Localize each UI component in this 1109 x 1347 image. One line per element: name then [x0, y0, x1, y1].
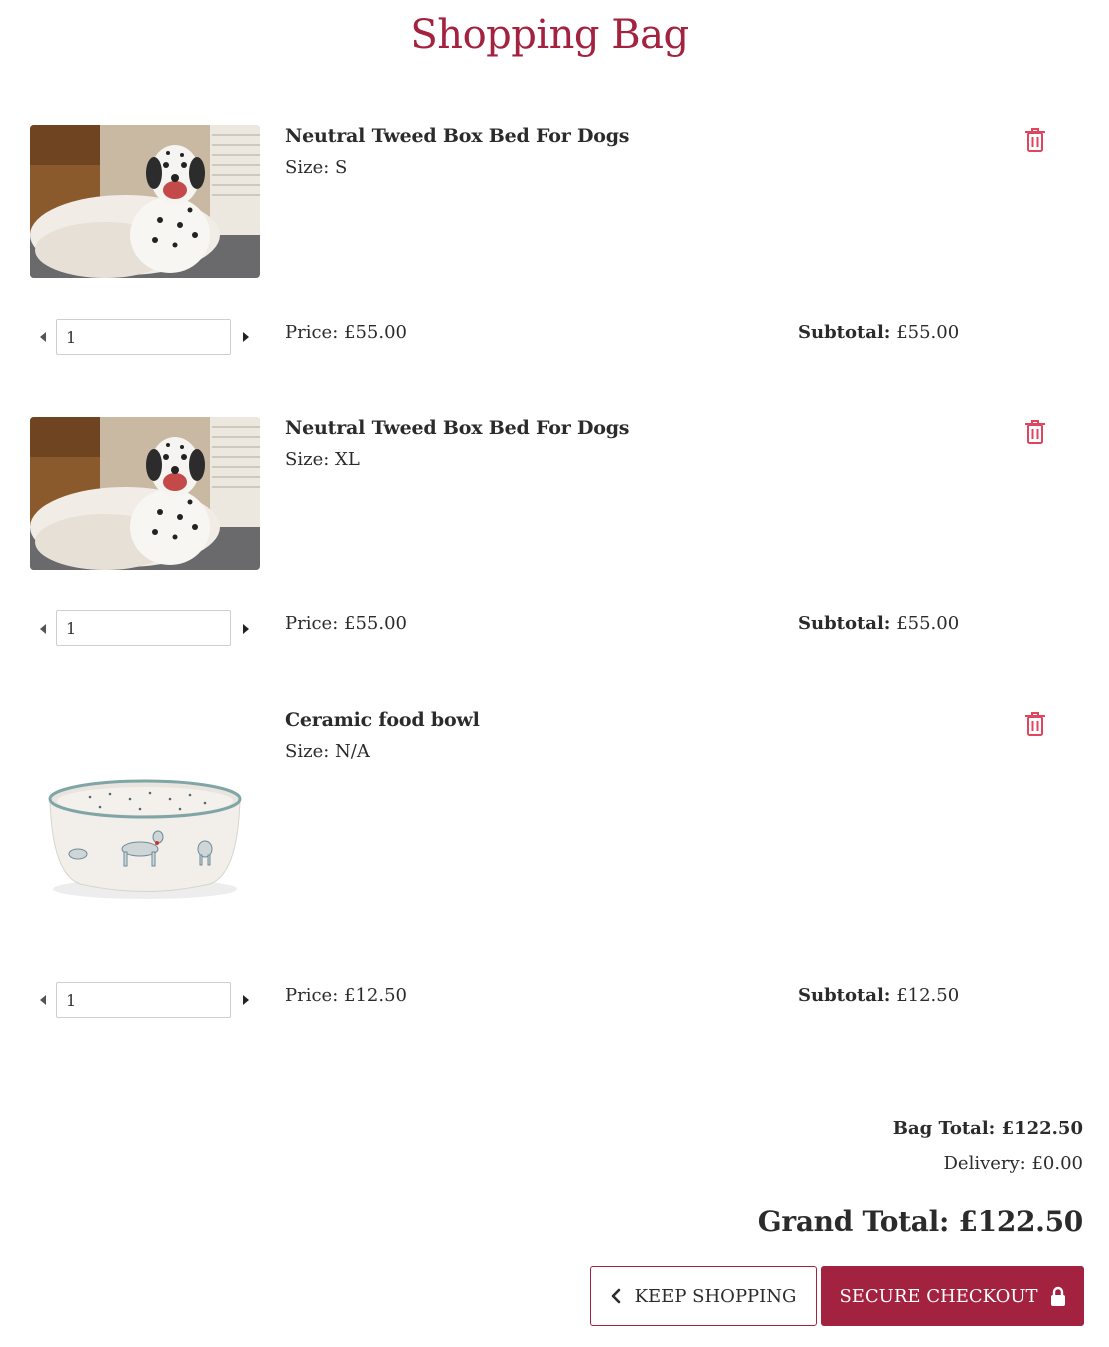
caret-left-icon[interactable]	[40, 624, 46, 634]
lock-icon	[1050, 1286, 1066, 1306]
subtotal-value: £55.00	[896, 322, 960, 343]
product-image[interactable]	[30, 417, 260, 570]
product-name[interactable]: Neutral Tweed Box Bed For Dogs	[285, 125, 629, 147]
delivery-cost: Delivery: £0.00	[943, 1153, 1083, 1174]
product-image[interactable]	[30, 125, 260, 278]
quantity-input[interactable]	[56, 982, 231, 1018]
product-name[interactable]: Ceramic food bowl	[285, 709, 480, 731]
subtotal-value: £55.00	[896, 613, 960, 634]
item-price: Price: £55.00	[285, 613, 407, 634]
caret-right-icon[interactable]	[243, 995, 249, 1005]
grand-total: Grand Total: £122.50	[757, 1205, 1084, 1238]
bag-item: Neutral Tweed Box Bed For Dogs Size: XL …	[0, 417, 1109, 657]
caret-right-icon[interactable]	[243, 624, 249, 634]
bag-item: Neutral Tweed Box Bed For Dogs Size: S P…	[0, 125, 1109, 365]
caret-left-icon[interactable]	[40, 995, 46, 1005]
product-image[interactable]	[30, 759, 260, 909]
subtotal-value: £12.50	[896, 985, 960, 1006]
subtotal-label: Subtotal:	[798, 985, 891, 1006]
secure-checkout-button[interactable]: SECURE CHECKOUT	[821, 1266, 1084, 1326]
bag-total: Bag Total: £122.50	[892, 1118, 1083, 1139]
quantity-input[interactable]	[56, 610, 231, 646]
subtotal-label: Subtotal:	[798, 322, 891, 343]
product-size: Size: S	[285, 157, 348, 178]
caret-left-icon[interactable]	[40, 332, 46, 342]
bag-item: Ceramic food bowl Size: N/A Price: £12.5…	[0, 709, 1109, 1029]
caret-right-icon[interactable]	[243, 332, 249, 342]
keep-shopping-label: KEEP SHOPPING	[634, 1285, 797, 1307]
trash-icon[interactable]	[1024, 127, 1046, 153]
item-subtotal: Subtotal: £55.00	[798, 322, 959, 343]
trash-icon[interactable]	[1024, 711, 1046, 737]
item-subtotal: Subtotal: £12.50	[798, 985, 959, 1006]
quantity-input[interactable]	[56, 319, 231, 355]
product-name[interactable]: Neutral Tweed Box Bed For Dogs	[285, 417, 629, 439]
item-subtotal: Subtotal: £55.00	[798, 613, 959, 634]
product-size: Size: N/A	[285, 741, 370, 762]
item-price: Price: £12.50	[285, 985, 407, 1006]
item-price: Price: £55.00	[285, 322, 407, 343]
trash-icon[interactable]	[1024, 419, 1046, 445]
secure-checkout-label: SECURE CHECKOUT	[839, 1285, 1038, 1307]
chevron-left-icon	[611, 1288, 621, 1304]
page-title: Shopping Bag	[410, 12, 689, 58]
keep-shopping-button[interactable]: KEEP SHOPPING	[590, 1266, 817, 1326]
subtotal-label: Subtotal:	[798, 613, 891, 634]
product-size: Size: XL	[285, 449, 360, 470]
